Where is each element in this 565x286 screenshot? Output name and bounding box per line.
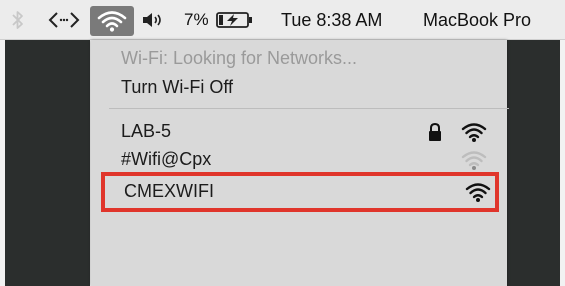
menu-bar: 7% Tue 8:38 AM MacBook Pro [0,0,565,40]
bluetooth-icon[interactable] [10,10,26,30]
code-brackets-icon[interactable] [48,10,80,30]
menubar-computer-name[interactable]: MacBook Pro [423,8,531,32]
turn-wifi-off-item[interactable]: Turn Wi-Fi Off [121,77,233,98]
wifi-signal-strong-icon [461,123,487,142]
menubar-clock[interactable]: Tue 8:38 AM [281,8,382,32]
network-name: LAB-5 [121,121,172,141]
wifi-signal-weak-icon [461,151,487,170]
network-name: #Wifi@Cpx [121,149,212,169]
dark-window-right [507,40,560,286]
dark-window-left [5,40,90,286]
wifi-status-text: Wi-Fi: Looking for Networks... [121,48,358,68]
desktop-strip-right [560,40,565,286]
wifi-dropdown-menu: Wi-Fi: Looking for Networks... Turn Wi-F… [91,40,509,286]
volume-icon[interactable] [141,11,167,29]
wifi-icon [97,11,127,32]
menu-divider [109,108,509,109]
battery-percent: 7% [184,10,209,29]
network-item-wifi-cpx[interactable]: #Wifi@Cpx [91,146,507,174]
battery-charging-icon[interactable] [216,11,254,29]
lock-icon [429,122,441,141]
wifi-menu-button[interactable] [90,6,134,36]
network-item-lab-5[interactable]: LAB-5 [91,118,507,146]
highlight-box [101,172,499,212]
